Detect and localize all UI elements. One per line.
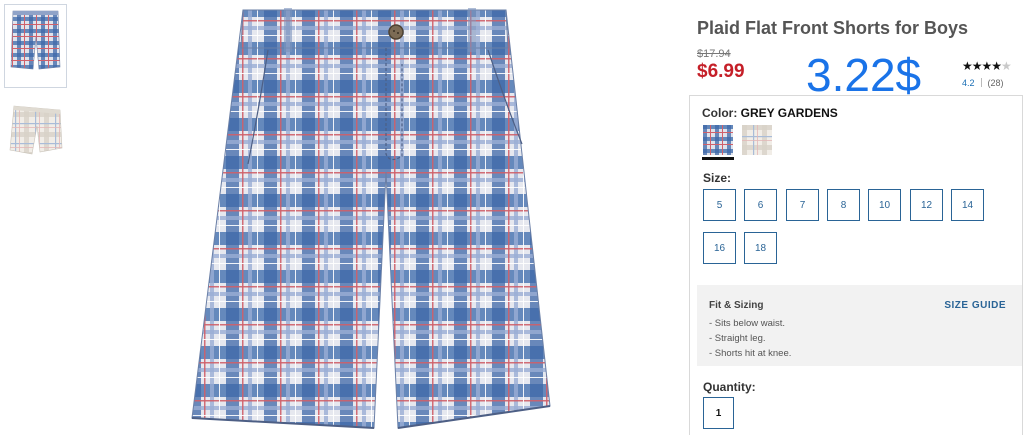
sale-price: $6.99 [697,61,745,82]
quantity-select[interactable]: 1 [703,397,734,429]
rating-meta: 4.2 (28) [962,78,1022,88]
size-option-12[interactable]: 12 [910,189,943,221]
review-count[interactable]: (28) [988,78,1004,88]
overlay-price-annotation: 3.22$ [806,49,922,101]
size-option-8[interactable]: 8 [827,189,860,221]
product-title: Plaid Flat Front Shorts for Boys [697,18,969,38]
size-option-5[interactable]: 5 [703,189,736,221]
rating-divider [980,78,982,87]
rating-stars-filled: ★★★★ [962,59,1002,73]
size-option-10[interactable]: 10 [868,189,901,221]
thumbnail-blue-plaid[interactable] [4,4,67,88]
product-main-image [188,4,580,435]
size-option-14[interactable]: 14 [951,189,984,221]
thumbnail-blue-plaid-image [10,10,61,70]
quantity-label: Quantity: [703,380,756,394]
size-option-18[interactable]: 18 [744,232,777,264]
fit-detail-item: - Shorts hit at knee. [709,348,792,359]
size-option-6[interactable]: 6 [744,189,777,221]
fit-details-list: - Sits below waist. - Straight leg. - Sh… [709,316,791,361]
thumbnail-grey-plaid-image [9,105,63,155]
size-label: Size: [703,171,732,185]
color-swatch-blue-plaid[interactable] [703,125,733,155]
color-label-text: Color: [702,106,738,120]
rating-stars-icon: ★★★★★ [962,60,1022,72]
fit-detail-item: - Sits below waist. [709,318,786,329]
thumbnail-grey-plaid[interactable] [4,92,67,176]
color-label: Color: GREY GARDENS [702,106,838,120]
fit-detail-item: - Straight leg. [709,333,766,344]
rating-stars-empty: ★ [1001,59,1012,73]
original-price: $17.94 [697,48,731,60]
color-swatch-grey-gardens[interactable] [742,125,772,155]
product-rating[interactable]: ★★★★★ 4.2 (28) [962,60,1022,88]
size-option-7[interactable]: 7 [786,189,819,221]
rating-average[interactable]: 4.2 [962,78,975,88]
fit-and-sizing-box: Fit & Sizing SIZE GUIDE - Sits below wai… [697,285,1022,366]
selected-swatch-indicator [702,157,734,160]
selected-color-name: GREY GARDENS [740,106,838,120]
size-option-16[interactable]: 16 [703,232,736,264]
fit-sizing-title: Fit & Sizing [709,300,764,311]
size-guide-link[interactable]: SIZE GUIDE [944,300,1006,311]
